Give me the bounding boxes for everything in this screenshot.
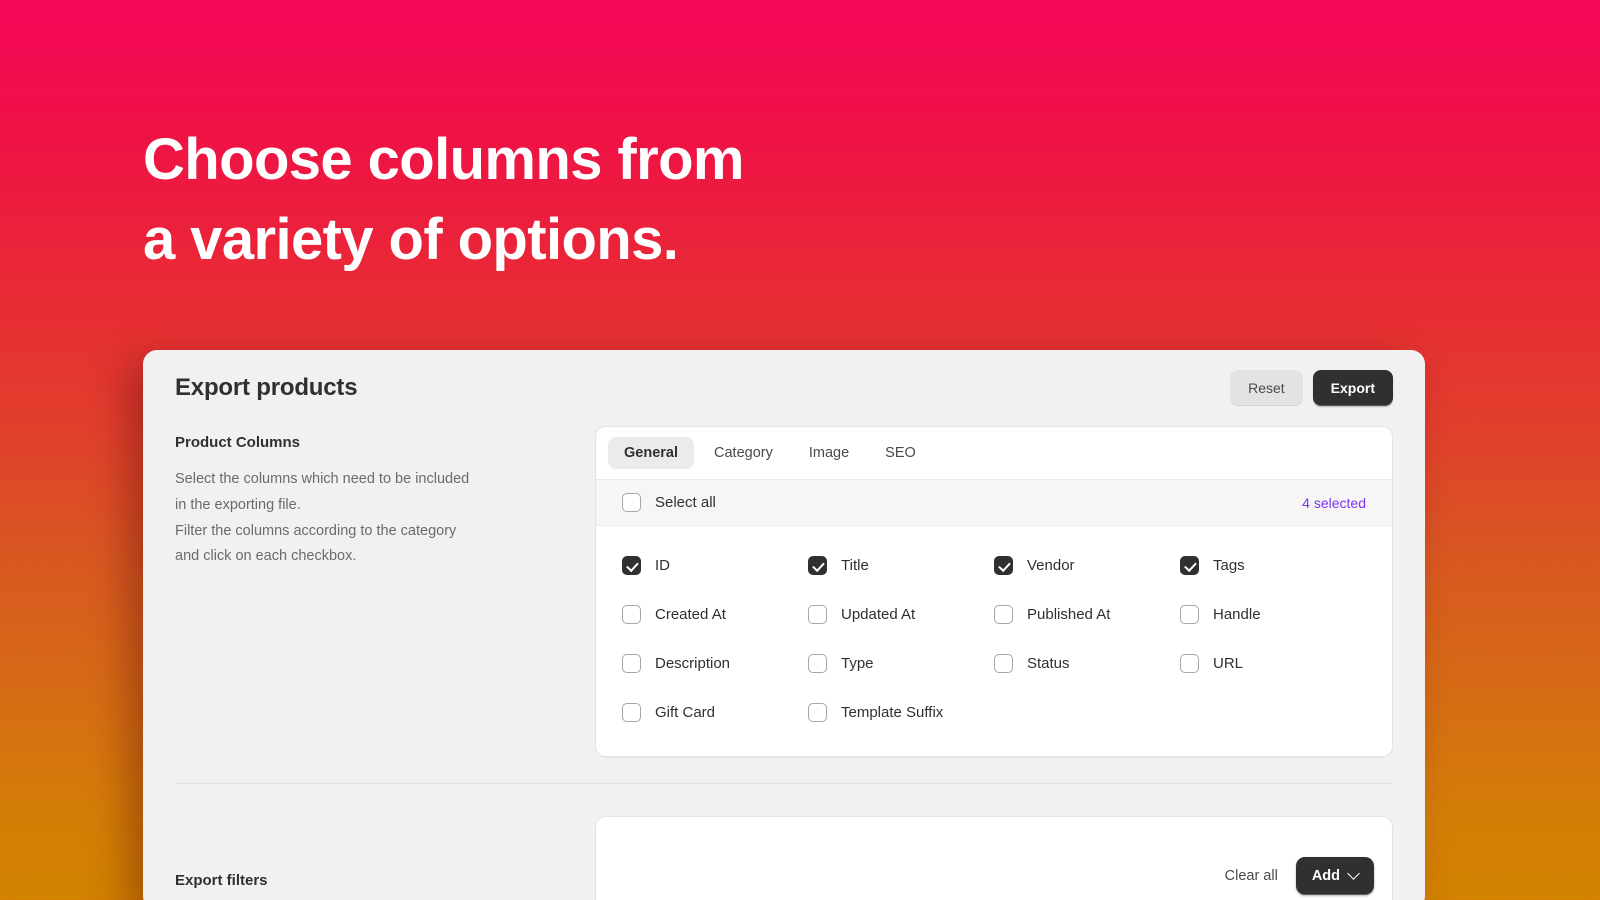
tab-category[interactable]: Category: [698, 437, 789, 469]
column-option-url[interactable]: URL: [1180, 654, 1366, 673]
product-columns-description: Select the columns which need to be incl…: [175, 467, 565, 570]
column-option-label: Created At: [655, 606, 726, 623]
column-option-label: Updated At: [841, 606, 916, 623]
clear-all-button[interactable]: Clear all: [1225, 868, 1278, 884]
column-option-label: Status: [1027, 655, 1070, 672]
selected-count-badge: 4 selected: [1302, 494, 1366, 511]
column-option-title[interactable]: Title: [808, 556, 994, 575]
checkbox[interactable]: [994, 654, 1013, 673]
checkbox[interactable]: [622, 654, 641, 673]
product-columns-section: Product Columns Select the columns which…: [143, 426, 1425, 757]
column-option-template-suffix[interactable]: Template Suffix: [808, 703, 994, 722]
checkbox[interactable]: [622, 556, 641, 575]
reset-button[interactable]: Reset: [1230, 370, 1303, 406]
description-line-3: Filter the columns according to the cate…: [175, 522, 457, 539]
column-option-published-at[interactable]: Published At: [994, 605, 1180, 624]
checkbox[interactable]: [622, 703, 641, 722]
tab-general[interactable]: General: [608, 437, 694, 469]
description-line-2: in the exporting file.: [175, 496, 301, 513]
checkbox[interactable]: [994, 605, 1013, 624]
select-all-row[interactable]: Select all 4 selected: [596, 479, 1392, 526]
card-header: Export products Reset Export: [143, 350, 1425, 426]
chevron-down-icon: [1347, 866, 1360, 880]
column-option-tags[interactable]: Tags: [1180, 556, 1366, 575]
column-option-label: Description: [655, 655, 731, 672]
export-filters-label: Export filters: [175, 872, 268, 889]
column-option-vendor[interactable]: Vendor: [994, 556, 1180, 575]
column-option-id[interactable]: ID: [622, 556, 808, 575]
description-line-4: and click on each checkbox.: [175, 548, 357, 565]
product-columns-info: Product Columns Select the columns which…: [175, 426, 595, 570]
description-line-1: Select the columns which need to be incl…: [175, 471, 470, 487]
column-option-label: Tags: [1213, 557, 1245, 574]
export-products-card: Export products Reset Export Product Col…: [143, 350, 1425, 900]
export-filters-section: Export filters Clear all Add: [143, 784, 1425, 900]
checkbox[interactable]: [994, 556, 1013, 575]
column-option-label: Type: [841, 655, 874, 672]
column-option-label: Gift Card: [655, 704, 716, 721]
checkbox[interactable]: [808, 605, 827, 624]
select-all-label: Select all: [655, 494, 716, 511]
export-filters-info: Export filters: [175, 816, 595, 889]
column-option-handle[interactable]: Handle: [1180, 605, 1366, 624]
tab-seo[interactable]: SEO: [869, 437, 932, 469]
checkbox[interactable]: [1180, 654, 1199, 673]
column-option-status[interactable]: Status: [994, 654, 1180, 673]
export-filters-panel-wrap: Clear all Add: [595, 816, 1393, 900]
page-title: Export products: [175, 374, 358, 401]
column-option-label: Handle: [1213, 606, 1261, 623]
columns-panel: General Category Image SEO Select all 4 sel…: [595, 426, 1393, 757]
headline-line-2: a variety of options.: [143, 207, 679, 273]
column-option-updated-at[interactable]: Updated At: [808, 605, 994, 624]
export-filters-panel: Clear all Add: [595, 816, 1393, 900]
add-filter-label: Add: [1311, 868, 1340, 884]
columns-panel-wrap: General Category Image SEO Select all 4 sel…: [595, 426, 1393, 757]
add-filter-button[interactable]: Add: [1295, 857, 1374, 895]
column-option-created-at[interactable]: Created At: [622, 605, 808, 624]
column-option-label: Published At: [1027, 606, 1111, 623]
column-option-label: Title: [841, 557, 869, 574]
hero-headline: Choose columns from a variety of options…: [143, 120, 744, 280]
column-option-gift-card[interactable]: Gift Card: [622, 703, 808, 722]
checkbox[interactable]: [808, 703, 827, 722]
category-tabs: General Category Image SEO: [596, 427, 1392, 479]
column-option-label: Vendor: [1027, 557, 1075, 574]
checkbox[interactable]: [1180, 605, 1199, 624]
column-option-label: URL: [1213, 655, 1244, 672]
header-actions: Reset Export: [1230, 370, 1393, 406]
checkbox[interactable]: [1180, 556, 1199, 575]
checkbox[interactable]: [622, 605, 641, 624]
product-columns-label: Product Columns: [175, 434, 301, 451]
checkbox[interactable]: [808, 654, 827, 673]
columns-checkbox-grid: ID Title Vendor Tags Created At Updated At Pub…: [596, 526, 1392, 756]
column-option-type[interactable]: Type: [808, 654, 994, 673]
column-option-label: ID: [655, 557, 670, 574]
column-option-description[interactable]: Description: [622, 654, 808, 673]
tab-image[interactable]: Image: [793, 437, 865, 469]
column-option-label: Template Suffix: [841, 704, 944, 721]
export-button[interactable]: Export: [1312, 370, 1393, 406]
select-all-checkbox[interactable]: [622, 493, 641, 512]
headline-line-1: Choose columns from: [143, 127, 744, 192]
checkbox[interactable]: [808, 556, 827, 575]
